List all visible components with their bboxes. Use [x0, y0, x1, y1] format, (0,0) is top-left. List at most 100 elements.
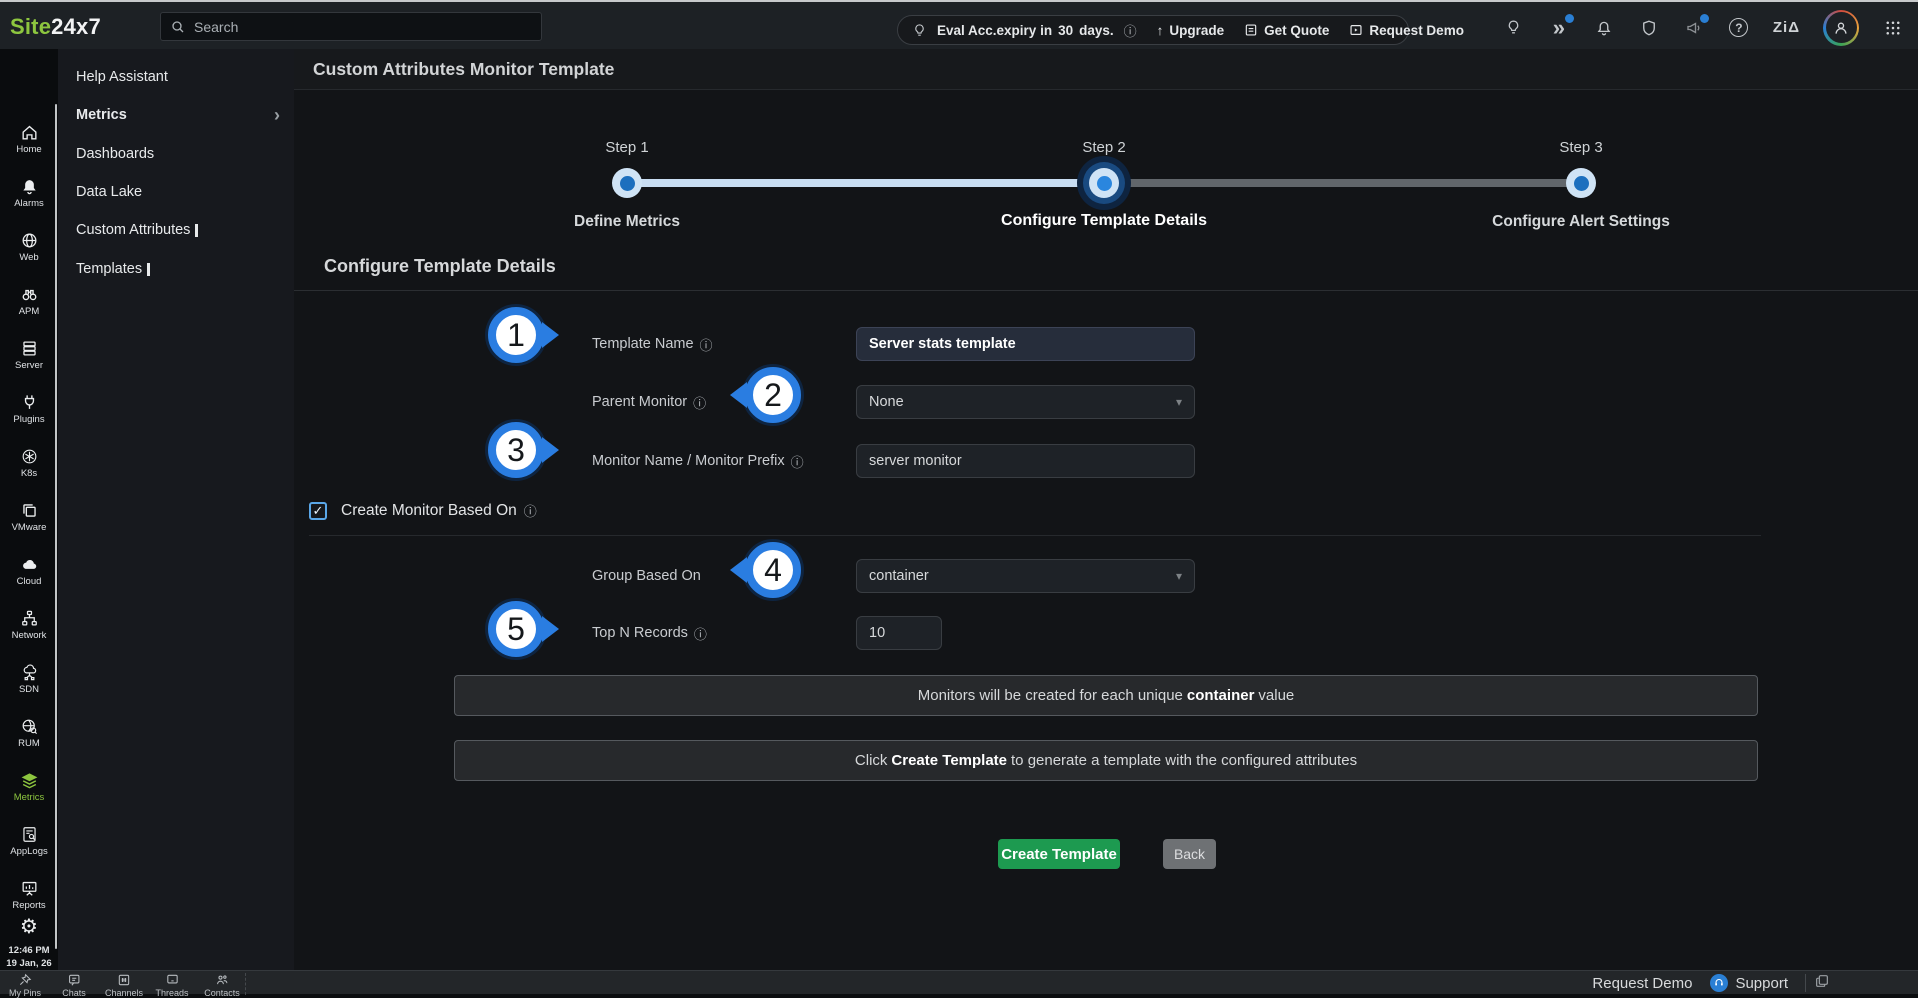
whats-new-bulb-icon[interactable] [1503, 17, 1525, 39]
demo-play-icon [1349, 23, 1363, 37]
submenu-item-help-assistant[interactable]: Help Assistant [58, 60, 294, 94]
chat-icon [67, 973, 81, 987]
eval-info-icon[interactable]: ⓘ [1124, 21, 1137, 40]
eval-text-suffix: days. [1079, 23, 1114, 38]
info-icon[interactable]: ⓘ [791, 452, 804, 471]
bb-item-chats[interactable]: Chats [62, 973, 86, 998]
rail-clock: 12:46 PM 19 Jan, 26 [0, 944, 58, 970]
submenu-label: Data Lake [76, 184, 142, 200]
notification-dot [1565, 14, 1574, 23]
gear-icon: ⚙ [20, 914, 38, 939]
rail-item-home[interactable]: Home [0, 113, 58, 165]
rail-item-plugins[interactable]: Plugins [0, 383, 58, 435]
bb-support-label: Support [1735, 975, 1788, 992]
get-quote-label: Get Quote [1264, 23, 1329, 38]
upgrade-arrow-icon: ↑ [1157, 23, 1164, 38]
request-demo-button[interactable]: Request Demo [1349, 23, 1464, 38]
search-input[interactable] [194, 19, 532, 35]
wizard-step3-dot[interactable] [1566, 168, 1596, 198]
step3-name: Configure Alert Settings [1492, 213, 1670, 231]
bb-item-my-pins[interactable]: My Pins [9, 973, 41, 998]
info-icon[interactable]: ⓘ [693, 393, 706, 412]
avatar[interactable] [1823, 10, 1859, 46]
template-name-input[interactable] [856, 327, 1195, 361]
bb-item-threads[interactable]: Threads [155, 973, 188, 998]
selected-value: container [869, 568, 929, 584]
bb-label: Contacts [204, 988, 240, 998]
bottombar-divider [245, 973, 246, 995]
rail-scrollbar[interactable] [55, 104, 57, 949]
create-monitor-checkbox[interactable]: ✓ [309, 502, 327, 520]
parent-monitor-select[interactable]: None ▾ [856, 385, 1195, 419]
rail-item-apm[interactable]: APM [0, 275, 58, 327]
text-cursor-mark [195, 224, 198, 237]
left-icon-rail: Home Alarms Web APM Server Plugins K8s V… [0, 49, 58, 970]
quick-actions-icon[interactable]: » [1548, 17, 1570, 39]
submenu-label: Help Assistant [76, 69, 168, 85]
submenu-item-custom-attributes[interactable]: Custom Attributes [58, 213, 294, 247]
rail-item-applogs[interactable]: AppLogs [0, 815, 58, 867]
rail-item-settings[interactable]: ⚙ [0, 911, 58, 941]
bb-support-link[interactable]: Support [1710, 974, 1788, 992]
rail-label: Metrics [14, 792, 45, 803]
bb-item-contacts[interactable]: Contacts [204, 973, 240, 998]
get-quote-button[interactable]: Get Quote [1244, 23, 1329, 38]
announcements-megaphone-icon[interactable] [1683, 17, 1705, 39]
back-button[interactable]: Back [1163, 839, 1216, 869]
logo-text-white: 24x7 [51, 14, 101, 39]
bulb-icon [912, 23, 927, 38]
help-icon[interactable]: ? [1728, 17, 1750, 39]
submenu-item-metrics[interactable]: Metrics › [58, 98, 294, 132]
rail-item-server[interactable]: Server [0, 329, 58, 381]
eval-text-prefix: Eval Acc.expiry in [937, 23, 1052, 38]
shield-icon[interactable] [1638, 17, 1660, 39]
group-based-on-select[interactable]: container ▾ [856, 559, 1195, 593]
wizard-line-done [627, 179, 1104, 187]
rail-item-metrics[interactable]: Metrics [0, 761, 58, 813]
submenu-label: Metrics [76, 107, 127, 123]
notifications-bell-icon[interactable] [1593, 17, 1615, 39]
rail-item-cloud[interactable]: Cloud [0, 545, 58, 597]
rail-item-web[interactable]: Web [0, 221, 58, 273]
apps-grid-icon[interactable] [1882, 17, 1904, 39]
bb-label: Channels [105, 988, 143, 998]
step3-label: Step 3 [1559, 139, 1602, 156]
top-n-records-input[interactable] [856, 616, 942, 650]
top-n-records-label: Top N Records ⓘ [592, 616, 707, 650]
site24x7-logo[interactable]: Site24x7 [10, 14, 101, 40]
wizard-line-pending [1104, 179, 1581, 187]
info-icon[interactable]: ⓘ [524, 501, 537, 520]
rail-item-k8s[interactable]: K8s [0, 437, 58, 489]
rail-item-network[interactable]: Network [0, 599, 58, 651]
zia-assistant-icon[interactable]: ZiΔ [1773, 17, 1800, 39]
rail-label: VMware [12, 522, 47, 533]
bb-request-demo-link[interactable]: Request Demo [1592, 975, 1692, 992]
callout-number: 2 [764, 377, 782, 414]
global-search[interactable] [160, 12, 542, 41]
bb-item-channels[interactable]: Channels [105, 973, 143, 998]
wizard-step1-dot[interactable] [612, 168, 642, 198]
callout-1: 1 [488, 307, 544, 363]
announcement-dot [1700, 14, 1709, 23]
upgrade-button[interactable]: ↑ Upgrade [1157, 23, 1225, 38]
text-cursor-mark [147, 263, 150, 276]
eval-expiry-notice: Eval Acc.expiry in 30 days. [937, 23, 1114, 38]
info-icon[interactable]: ⓘ [694, 624, 707, 643]
wizard-step2-dot[interactable] [1089, 168, 1119, 198]
rail-item-sdn[interactable]: SDN [0, 653, 58, 705]
rail-item-rum[interactable]: RUM [0, 707, 58, 759]
submenu-item-templates[interactable]: Templates [58, 252, 294, 286]
page-title: Custom Attributes Monitor Template [313, 59, 614, 80]
rail-item-vmware[interactable]: VMware [0, 491, 58, 543]
double-chevron-glyph: » [1553, 15, 1565, 41]
submenu-item-data-lake[interactable]: Data Lake [58, 175, 294, 209]
copy-stack-icon[interactable] [1814, 973, 1830, 989]
rail-item-alarms[interactable]: Alarms [0, 167, 58, 219]
bb-label: My Pins [9, 988, 41, 998]
chevron-down-icon: ▾ [1176, 569, 1182, 583]
submenu-item-dashboards[interactable]: Dashboards [58, 137, 294, 171]
monitor-name-input[interactable] [856, 444, 1195, 478]
metrics-layers-icon [20, 771, 39, 790]
create-template-button[interactable]: Create Template [998, 839, 1120, 869]
info-icon[interactable]: ⓘ [700, 335, 713, 354]
